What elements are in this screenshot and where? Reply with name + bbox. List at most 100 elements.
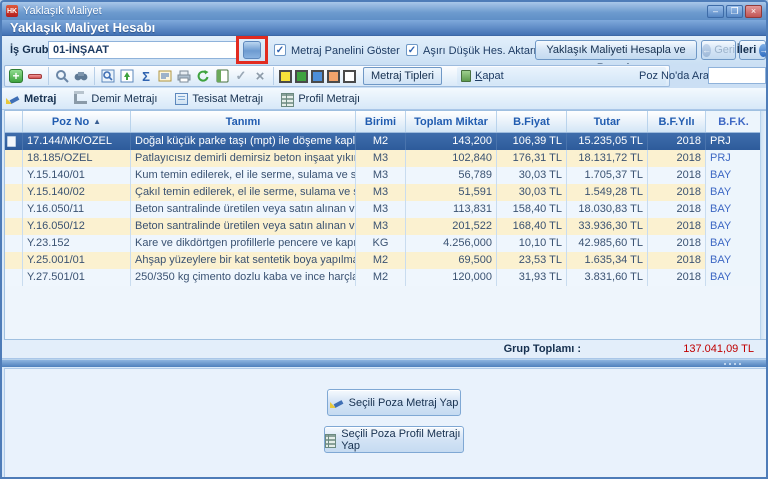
print-icon[interactable] bbox=[176, 68, 192, 84]
group-total-label: Grup Toplamı : bbox=[504, 343, 581, 355]
pencil-icon bbox=[330, 397, 344, 408]
app-window: HK Yaklaşık Maliyet – ❐ × Yaklaşık Maliy… bbox=[0, 0, 768, 479]
table-row[interactable]: Y.25.001/01 Ahşap yüzeylere bir kat sent… bbox=[5, 252, 767, 269]
report-icon[interactable] bbox=[214, 68, 230, 84]
maximize-button[interactable]: ❐ bbox=[726, 5, 743, 18]
add-icon[interactable]: + bbox=[8, 68, 24, 84]
tab-label: Profil Metrajı bbox=[298, 93, 360, 105]
poz-no-search-input[interactable] bbox=[708, 67, 766, 84]
find-icon[interactable] bbox=[73, 68, 89, 84]
page-title: Yaklaşık Maliyet Hesabı bbox=[10, 20, 155, 35]
row-indicator-cell bbox=[5, 167, 23, 184]
next-arrow-icon: → bbox=[759, 44, 768, 57]
metraj-tipleri-button[interactable]: Metraj Tipleri bbox=[363, 67, 442, 85]
panel-splitter[interactable] bbox=[2, 359, 766, 367]
export-icon[interactable] bbox=[119, 68, 135, 84]
table-row[interactable]: Y.27.501/01 250/350 kg çimento dozlu kab… bbox=[5, 269, 767, 286]
color-swatch-blue[interactable] bbox=[311, 70, 324, 83]
row-indicator-cell bbox=[5, 201, 23, 218]
tab-label: Demir Metrajı bbox=[91, 93, 157, 105]
secili-poza-metraj-yap-button[interactable]: Seçili Poza Metraj Yap bbox=[327, 389, 461, 416]
tab-tesisat-metraj-[interactable]: Tesisat Metrajı bbox=[175, 93, 263, 105]
poz-table: Poz No▲TanımıBirimiToplam MiktarB.FiyatT… bbox=[4, 110, 768, 340]
pencil-icon bbox=[6, 93, 20, 104]
row-indicator-cell bbox=[5, 218, 23, 235]
is-grubu-combobox[interactable]: 01-İNŞAAT bbox=[48, 41, 238, 59]
column-header-fiyat[interactable]: B.Fiyat bbox=[497, 111, 567, 132]
tab-profil-metraj-[interactable]: Profil Metrajı bbox=[281, 93, 360, 105]
annotation-rectangle bbox=[236, 36, 268, 64]
tab-demir-metraj-[interactable]: Demir Metrajı bbox=[74, 93, 157, 105]
calculate-report-button[interactable]: Yaklaşık Maliyeti Hesapla ve Raporla bbox=[535, 40, 697, 60]
minimize-button[interactable]: – bbox=[707, 5, 724, 18]
secili-poza-profil-metraj-yap-button[interactable]: Seçili Poza Profil Metrajı Yap bbox=[324, 426, 464, 453]
form-row: İş Grubu 01-İNŞAAT ✓ Metraj Panelini Gös… bbox=[2, 36, 766, 64]
close-button[interactable]: × bbox=[745, 5, 762, 18]
column-header-tanim[interactable]: Tanımı bbox=[131, 111, 356, 132]
table-row[interactable]: 18.185/OZEL Patlayıcısız demirli demirsi… bbox=[5, 150, 767, 167]
metraj-panel-checkbox-label: Metraj Panelini Göster bbox=[291, 45, 400, 57]
table-row[interactable]: 17.144/MK/OZEL Doğal küçük parke taşı (m… bbox=[5, 133, 767, 150]
table-row[interactable]: Y.15.140/01 Kum temin edilerek, el ile s… bbox=[5, 167, 767, 184]
toolbar-band: + Σ bbox=[2, 64, 766, 88]
column-header-birim[interactable]: Birimi bbox=[356, 111, 406, 132]
toolbar: + Σ bbox=[4, 65, 670, 87]
column-header-bfk[interactable]: B.F.K. bbox=[706, 111, 762, 132]
color-swatch-orange[interactable] bbox=[327, 70, 340, 83]
preview-icon[interactable] bbox=[100, 68, 116, 84]
page-header: Yaklaşık Maliyet Hesabı bbox=[2, 20, 766, 36]
back-arrow-icon: ← bbox=[702, 44, 711, 57]
table-row[interactable]: Y.15.140/02 Çakıl temin edilerek, el ile… bbox=[5, 184, 767, 201]
asiri-dusuk-checkbox[interactable]: ✓ bbox=[406, 44, 418, 56]
metraj-panel-checkbox[interactable]: ✓ bbox=[274, 44, 286, 56]
focused-row-indicator bbox=[7, 136, 16, 147]
metraj-tabs: Metraj Demir Metrajı Tesisat Metrajı Profil… bbox=[2, 88, 766, 110]
sort-ascending-icon: ▲ bbox=[93, 117, 101, 126]
grid-header-row[interactable]: Poz No▲TanımıBirimiToplam MiktarB.FiyatT… bbox=[5, 111, 767, 133]
table-row[interactable]: Y.23.152 Kare ve dikdörtgen profillerle … bbox=[5, 235, 767, 252]
profile-icon bbox=[325, 434, 336, 446]
kapat-button[interactable]: Kapat bbox=[457, 67, 666, 85]
column-header-miktar[interactable]: Toplam Miktar bbox=[406, 111, 497, 132]
vertical-scrollbar[interactable] bbox=[760, 111, 767, 339]
row-indicator-cell bbox=[5, 252, 23, 269]
refresh-icon[interactable] bbox=[195, 68, 211, 84]
cancel-icon[interactable]: × bbox=[252, 68, 268, 84]
column-header-tutar[interactable]: Tutar bbox=[567, 111, 648, 132]
grid-icon bbox=[175, 93, 188, 105]
row-indicator-cell bbox=[5, 235, 23, 252]
profile-icon bbox=[281, 93, 294, 105]
row-indicator-cell bbox=[5, 269, 23, 286]
tab-metraj[interactable]: Metraj bbox=[6, 93, 56, 105]
column-header-poz[interactable]: Poz No▲ bbox=[23, 111, 131, 132]
window-title: Yaklaşık Maliyet bbox=[23, 5, 102, 17]
tab-label: Metraj bbox=[24, 93, 56, 105]
title-bar[interactable]: HK Yaklaşık Maliyet – ❐ × bbox=[2, 2, 766, 20]
row-indicator-cell bbox=[5, 150, 23, 167]
app-icon: HK bbox=[6, 5, 18, 17]
table-row[interactable]: Y.16.050/11 Beton santralinde üretilen v… bbox=[5, 201, 767, 218]
delete-icon[interactable] bbox=[27, 68, 43, 84]
poz-no-ara-label: Poz No'da Ara bbox=[639, 70, 709, 82]
column-header-ind[interactable] bbox=[5, 111, 23, 132]
sum-icon[interactable]: Σ bbox=[138, 68, 154, 84]
bottom-panel: Seçili Poza Metraj Yap Seçili Poza Profi… bbox=[4, 368, 768, 479]
color-swatch-yellow[interactable] bbox=[279, 70, 292, 83]
table-body: 17.144/MK/OZEL Doğal küçük parke taşı (m… bbox=[5, 133, 767, 286]
apply-icon[interactable]: ✓ bbox=[233, 68, 249, 84]
rebar-icon bbox=[74, 93, 87, 104]
color-swatch-white[interactable] bbox=[343, 70, 356, 83]
search-icon[interactable] bbox=[54, 68, 70, 84]
splitter-grip bbox=[724, 363, 741, 365]
group-total-row: Grup Toplamı : 137.041,09 TL bbox=[2, 340, 766, 359]
row-indicator-cell bbox=[5, 184, 23, 201]
back-button[interactable]: ← Geri bbox=[701, 40, 736, 60]
next-button[interactable]: İleri → bbox=[739, 40, 766, 60]
door-icon bbox=[461, 70, 471, 82]
table-row[interactable]: Y.16.050/12 Beton santralinde üretilen v… bbox=[5, 218, 767, 235]
color-swatch-green[interactable] bbox=[295, 70, 308, 83]
column-header-yil[interactable]: B.F.Yılı bbox=[648, 111, 706, 132]
detail-icon[interactable] bbox=[157, 68, 173, 84]
row-indicator-cell bbox=[5, 133, 23, 150]
group-total-value: 137.041,09 TL bbox=[683, 343, 754, 355]
